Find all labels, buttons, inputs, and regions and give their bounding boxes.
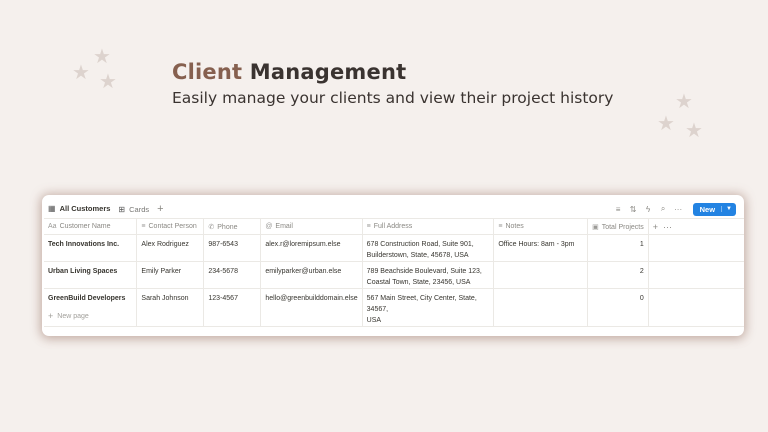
star-icon: ★	[93, 44, 111, 68]
more-icon[interactable]: ···	[674, 205, 683, 214]
notes-cell[interactable]	[493, 288, 589, 327]
phone-icon: ✆	[208, 223, 215, 231]
plus-icon: +	[48, 311, 54, 321]
address-line: Coastal Town, State, 23456, USA	[366, 279, 471, 286]
address-line: 567 Main Street, City Center, State, 345…	[366, 295, 477, 313]
column-header-notes[interactable]: ≡ Notes	[493, 218, 589, 235]
tab-label: All Customers	[59, 204, 111, 213]
address-line: USA	[366, 317, 382, 324]
text-type-icon: ≡	[366, 223, 371, 230]
title-rest: Management	[249, 60, 407, 84]
customers-table: Aa Customer Name ≡ Contact Person ✆ Phone @…	[44, 218, 744, 327]
tab-label: Cards	[129, 204, 150, 214]
empty-cell	[648, 288, 744, 327]
table-icon: ▦	[48, 204, 56, 213]
star-icon: ★	[99, 69, 117, 93]
phone-cell[interactable]: 234-5678	[203, 261, 262, 289]
empty-cell	[648, 261, 744, 289]
text-type-icon: ≡	[498, 223, 503, 230]
column-label: Total Projects	[601, 223, 644, 231]
column-label: Customer Name	[59, 223, 111, 230]
text-type-icon: Aa	[48, 223, 57, 230]
notes-cell[interactable]: Office Hours: 8am - 3pm	[493, 234, 589, 262]
star-icon: ★	[675, 89, 693, 113]
column-label: Phone	[217, 223, 238, 231]
empty-cell	[648, 234, 744, 262]
column-header-customer-name[interactable]: Aa Customer Name	[44, 218, 138, 235]
address-cell[interactable]: 567 Main Street, City Center, State, 345…	[362, 288, 495, 327]
column-header-full-address[interactable]: ≡ Full Address	[362, 218, 495, 235]
title-accent: Client	[172, 60, 243, 84]
tab-cards[interactable]: ⊞ Cards	[118, 199, 149, 219]
customer-name-cell[interactable]: Tech Innovations Inc.	[44, 234, 138, 262]
table-header-row: Aa Customer Name ≡ Contact Person ✆ Phone @…	[44, 218, 744, 235]
page-title: Client Management	[172, 60, 406, 84]
gallery-icon: ⊞	[118, 204, 126, 214]
phone-cell[interactable]: 123-4567	[203, 288, 262, 327]
new-page-button[interactable]: + New page	[48, 311, 89, 321]
rollup-icon: ▣	[592, 223, 599, 231]
address-line: 789 Beachside Boulevard, Suite 123,	[366, 268, 482, 275]
database-toolbar: ≡ ⇅ ϟ ⌕ ··· New ▼	[614, 202, 736, 216]
chevron-down-icon[interactable]: ▼	[721, 206, 736, 212]
column-header-contact-person[interactable]: ≡ Contact Person	[136, 218, 205, 235]
total-projects-cell[interactable]: 1	[587, 234, 649, 262]
column-label: Email	[275, 223, 293, 230]
new-button-label: New	[699, 204, 716, 214]
sort-icon[interactable]: ⇅	[629, 205, 638, 214]
column-label: Notes	[505, 223, 524, 230]
add-column-icon[interactable]: +	[653, 222, 658, 232]
email-icon: @	[265, 223, 273, 230]
lightning-icon[interactable]: ϟ	[644, 205, 653, 214]
star-icon: ★	[72, 60, 90, 84]
column-header-actions: + ···	[648, 218, 744, 235]
view-tabs-bar: ▦ All Customers ⊞ Cards + ≡ ⇅ ϟ ⌕ ··· Ne…	[48, 199, 736, 219]
address-cell[interactable]: 678 Construction Road, Suite 901, Builder…	[362, 234, 495, 262]
search-icon[interactable]: ⌕	[659, 204, 668, 214]
star-icon: ★	[657, 111, 675, 135]
total-projects-cell[interactable]: 0	[587, 288, 649, 327]
text-type-icon: ≡	[141, 223, 146, 230]
star-icon: ★	[685, 118, 703, 142]
address-line: Builderstown, State, 45678, USA	[366, 252, 469, 259]
contact-person-cell[interactable]: Alex Rodriguez	[136, 234, 205, 262]
contact-person-cell[interactable]: Emily Parker	[136, 261, 205, 289]
table-row[interactable]: Tech Innovations Inc. Alex Rodriguez 987…	[44, 234, 744, 262]
phone-cell[interactable]: 987-6543	[203, 234, 262, 262]
customer-name-cell[interactable]: Urban Living Spaces	[44, 261, 138, 289]
email-cell[interactable]: hello@greenbuilddomain.else	[260, 288, 363, 327]
total-projects-cell[interactable]: 2	[587, 261, 649, 289]
customers-database: ▦ All Customers ⊞ Cards + ≡ ⇅ ϟ ⌕ ··· Ne…	[42, 195, 744, 336]
contact-person-cell[interactable]: Sarah Johnson	[136, 288, 205, 327]
column-label: Contact Person	[148, 223, 197, 230]
filter-icon[interactable]: ≡	[614, 205, 623, 214]
add-view-icon[interactable]: +	[157, 203, 163, 215]
table-row[interactable]: GreenBuild Developers Sarah Johnson 123-…	[44, 288, 744, 327]
new-button[interactable]: New ▼	[692, 202, 736, 216]
tab-all-customers[interactable]: ▦ All Customers	[48, 199, 111, 219]
new-page-label: New page	[57, 312, 89, 320]
email-cell[interactable]: alex.r@loremipsum.else	[260, 234, 363, 262]
column-label: Full Address	[373, 223, 413, 230]
notes-cell[interactable]	[493, 261, 589, 289]
page-subtitle: Easily manage your clients and view thei…	[172, 89, 614, 107]
table-row[interactable]: Urban Living Spaces Emily Parker 234-567…	[44, 261, 744, 289]
address-line: 678 Construction Road, Suite 901,	[366, 241, 474, 248]
column-header-total-projects[interactable]: ▣ Total Projects	[587, 218, 649, 235]
column-header-email[interactable]: @ Email	[260, 218, 363, 235]
column-header-phone[interactable]: ✆ Phone	[203, 218, 262, 235]
email-cell[interactable]: emilyparker@urban.else	[260, 261, 363, 289]
column-more-icon[interactable]: ···	[663, 222, 672, 232]
address-cell[interactable]: 789 Beachside Boulevard, Suite 123, Coast…	[362, 261, 495, 289]
